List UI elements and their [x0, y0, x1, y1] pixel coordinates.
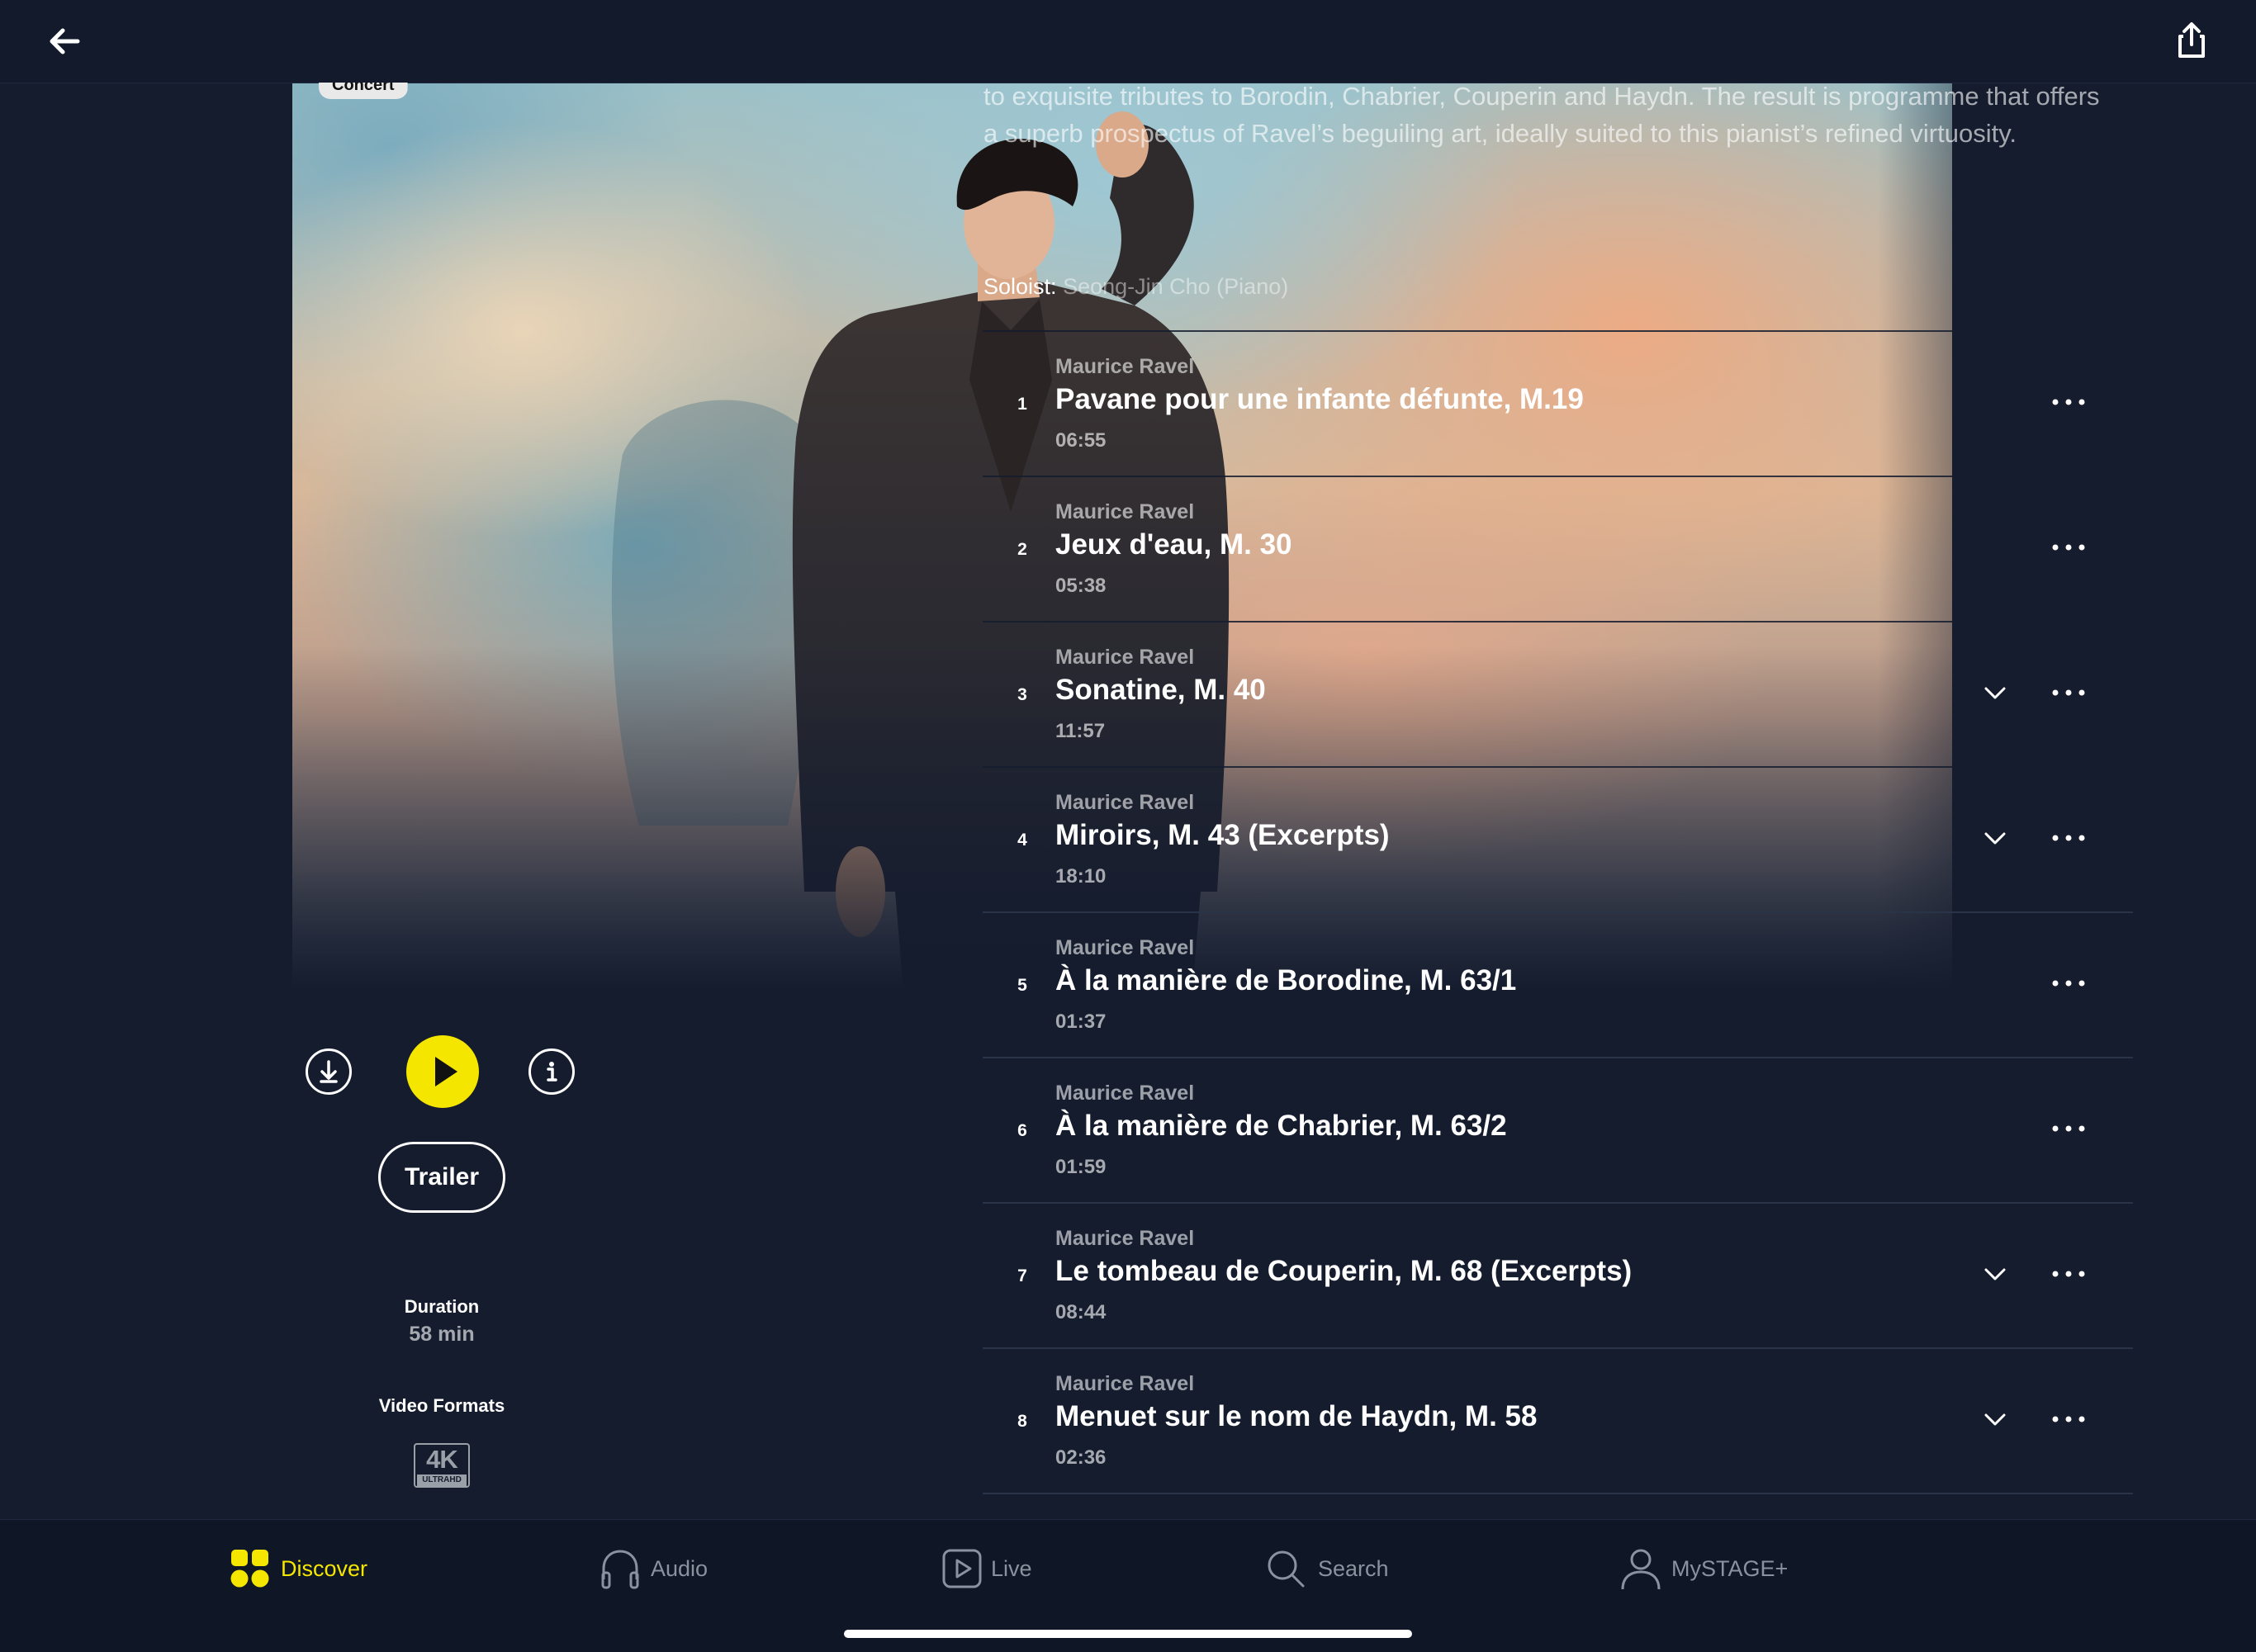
chevron-down-icon[interactable]	[1982, 1408, 2008, 1432]
track-row[interactable]: 6 Maurice Ravel À la manière de Chabrier…	[983, 1057, 2133, 1202]
user-icon	[1621, 1549, 1661, 1590]
nav-mystage[interactable]: MySTAGE+	[1620, 1546, 1794, 1596]
track-duration: 06:55	[1055, 429, 1107, 452]
more-options-icon[interactable]	[2050, 393, 2088, 411]
badge-sub-text: ULTRAHD	[417, 1474, 467, 1486]
more-options-icon[interactable]	[2050, 974, 2088, 992]
grid-icon	[230, 1550, 269, 1588]
play-icon	[435, 1057, 457, 1086]
nav-label: Audio	[651, 1556, 709, 1581]
track-composer: Maurice Ravel	[1055, 646, 1195, 669]
nav-label: Search	[1318, 1556, 1389, 1581]
soloist-label: Soloist:	[983, 274, 1057, 299]
track-list: 1 Maurice Ravel Pavane pour une infante …	[983, 330, 2133, 1494]
track-duration: 11:57	[1055, 720, 1106, 742]
track-duration: 05:38	[1055, 575, 1107, 597]
live-play-icon	[942, 1549, 982, 1588]
track-title[interactable]: Miroirs, M. 43 (Excerpts)	[1055, 819, 1390, 852]
badge-main-text: 4K	[426, 1445, 458, 1474]
nav-search[interactable]: Search	[1265, 1546, 1405, 1596]
home-indicator[interactable]	[844, 1630, 1412, 1638]
more-options-icon[interactable]	[2050, 684, 2088, 702]
track-title[interactable]: Sonatine, M. 40	[1055, 674, 1266, 707]
top-bar	[0, 0, 2256, 83]
track-duration: 08:44	[1055, 1301, 1107, 1323]
search-icon	[1268, 1550, 1305, 1588]
track-composer: Maurice Ravel	[1055, 1082, 1195, 1105]
nav-label: Discover	[281, 1556, 368, 1581]
track-number: 1	[1017, 395, 1027, 414]
track-number: 4	[1017, 831, 1027, 850]
download-icon	[320, 1060, 338, 1083]
action-buttons	[304, 1035, 585, 1108]
track-row[interactable]: 3 Maurice Ravel Sonatine, M. 40 11:57	[983, 621, 2133, 766]
track-title[interactable]: Menuet sur le nom de Haydn, M. 58	[1055, 1400, 1537, 1433]
track-duration: 01:59	[1055, 1156, 1107, 1178]
soloist-value[interactable]: Seong-Jin Cho (Piano)	[1063, 274, 1288, 299]
track-title[interactable]: Le tombeau de Couperin, M. 68 (Excerpts)	[1055, 1255, 1632, 1288]
track-duration: 02:36	[1055, 1446, 1107, 1469]
soloist-line: Soloist: Seong-Jin Cho (Piano)	[983, 274, 1288, 300]
video-formats-label: Video Formats	[378, 1395, 505, 1416]
duration-label: Duration	[404, 1296, 480, 1317]
nav-audio[interactable]: Audio	[600, 1546, 723, 1596]
track-row[interactable]: 8 Maurice Ravel Menuet sur le nom de Hay…	[983, 1347, 2133, 1494]
chevron-down-icon[interactable]	[1982, 682, 2008, 705]
more-options-icon[interactable]	[2050, 1119, 2088, 1138]
duration-info: Duration 58 min	[339, 1296, 545, 1347]
track-number: 6	[1017, 1121, 1027, 1140]
track-title[interactable]: À la manière de Chabrier, M. 63/2	[1055, 1110, 1507, 1143]
info-icon	[547, 1062, 557, 1082]
track-row[interactable]: 4 Maurice Ravel Miroirs, M. 43 (Excerpts…	[983, 766, 2133, 911]
arrow-left-icon[interactable]	[45, 21, 84, 61]
track-row[interactable]: 5 Maurice Ravel À la manière de Borodine…	[983, 911, 2133, 1057]
track-composer: Maurice Ravel	[1055, 1372, 1195, 1395]
info-button[interactable]	[528, 1048, 575, 1095]
track-row[interactable]: 1 Maurice Ravel Pavane pour une infante …	[983, 330, 2133, 476]
more-options-icon[interactable]	[2050, 538, 2088, 556]
share-icon[interactable]	[2172, 20, 2211, 61]
play-button[interactable]	[406, 1035, 479, 1108]
more-options-icon[interactable]	[2050, 829, 2088, 847]
more-options-icon[interactable]	[2050, 1410, 2088, 1428]
nav-discover[interactable]: Discover	[230, 1546, 386, 1596]
4k-ultrahd-badge: 4K ULTRAHD	[414, 1443, 470, 1488]
track-title[interactable]: Jeux d'eau, M. 30	[1055, 528, 1292, 561]
track-number: 8	[1017, 1412, 1027, 1431]
track-duration: 18:10	[1055, 865, 1107, 888]
track-composer: Maurice Ravel	[1055, 500, 1195, 523]
track-title[interactable]: Pavane pour une infante défunte, M.19	[1055, 383, 1584, 416]
track-row[interactable]: 2 Maurice Ravel Jeux d'eau, M. 30 05:38	[983, 476, 2133, 621]
nav-live[interactable]: Live	[941, 1546, 1057, 1596]
nav-label: MySTAGE+	[1671, 1556, 1789, 1581]
trailer-button[interactable]: Trailer	[378, 1142, 505, 1213]
headphones-icon	[601, 1550, 639, 1589]
chevron-down-icon[interactable]	[1982, 1263, 2008, 1286]
track-row[interactable]: 7 Maurice Ravel Le tombeau de Couperin, …	[983, 1202, 2133, 1347]
track-composer: Maurice Ravel	[1055, 791, 1195, 814]
track-composer: Maurice Ravel	[1055, 355, 1195, 378]
track-number: 2	[1017, 540, 1027, 559]
more-options-icon[interactable]	[2050, 1265, 2088, 1283]
track-title[interactable]: À la manière de Borodine, M. 63/1	[1055, 964, 1516, 997]
video-formats-info: Video Formats	[339, 1395, 545, 1417]
concert-description: to exquisite tributes to Borodin, Chabri…	[983, 82, 2100, 148]
track-composer: Maurice Ravel	[1055, 1227, 1195, 1250]
chevron-down-icon[interactable]	[1982, 827, 2008, 850]
track-number: 3	[1017, 685, 1027, 704]
nav-label: Live	[991, 1556, 1032, 1581]
track-number: 5	[1017, 976, 1027, 995]
download-button[interactable]	[306, 1048, 352, 1095]
track-duration: 01:37	[1055, 1011, 1107, 1033]
track-composer: Maurice Ravel	[1055, 936, 1195, 959]
track-number: 7	[1017, 1266, 1027, 1285]
duration-value: 58 min	[409, 1323, 475, 1346]
